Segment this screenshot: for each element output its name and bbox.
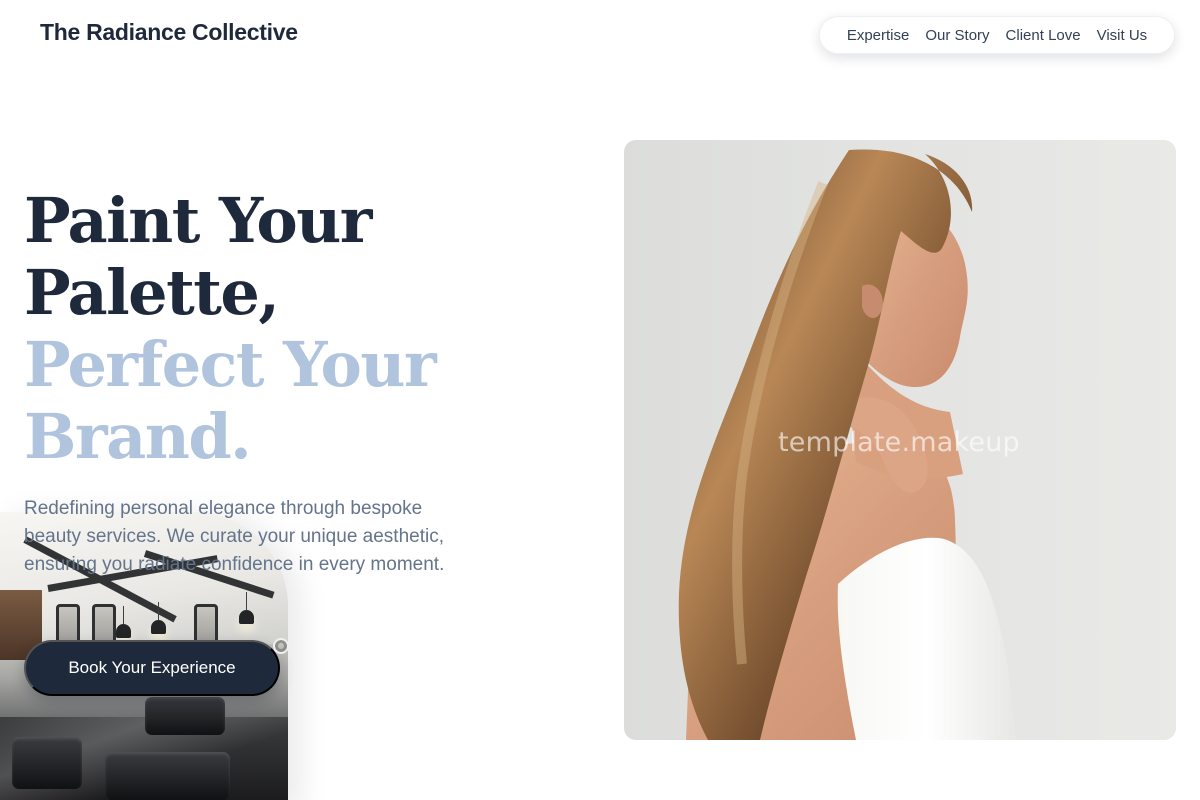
pendant-lamp-1 xyxy=(116,606,131,638)
headline-line-4: Brand. xyxy=(24,400,252,473)
landing-page: The Radiance Collective Expertise Our St… xyxy=(0,0,1200,800)
pendant-lamp-2 xyxy=(151,602,166,634)
nav-expertise-link[interactable]: Expertise xyxy=(847,27,910,44)
headline-line-2: Palette, xyxy=(24,256,280,329)
nav-visit-us-link[interactable]: Visit Us xyxy=(1097,27,1148,44)
hero-headline: Paint Your Palette, Perfect Your Brand. xyxy=(24,184,437,473)
salon-chair-1 xyxy=(145,697,225,735)
nav-our-story-link[interactable]: Our Story xyxy=(925,27,989,44)
hero-description: Redefining personal elegance through bes… xyxy=(24,498,445,575)
nav-client-love-link[interactable]: Client Love xyxy=(1006,27,1081,44)
top-navigation: Expertise Our Story Client Love Visit Us xyxy=(819,16,1175,54)
ring-icon xyxy=(273,638,289,654)
brand-logo[interactable]: The Radiance Collective xyxy=(40,19,298,46)
headline-line-3: Perfect Your xyxy=(24,328,437,401)
portrait-towel xyxy=(837,537,1016,740)
template-watermark: template.makeup xyxy=(778,427,1020,458)
pendant-lamp-3 xyxy=(239,592,254,624)
salon-chair-3 xyxy=(12,737,82,789)
book-experience-button[interactable]: Book Your Experience xyxy=(24,640,280,696)
salon-chair-2 xyxy=(105,752,230,800)
headline-line-1: Paint Your xyxy=(24,184,372,257)
